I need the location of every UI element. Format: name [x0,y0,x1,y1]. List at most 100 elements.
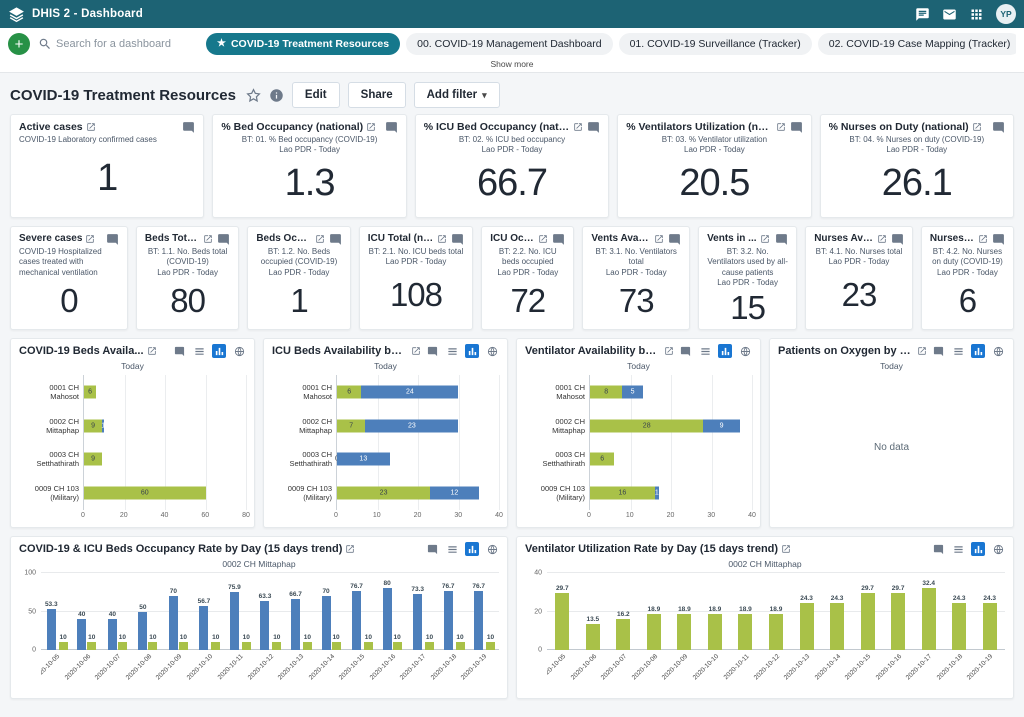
comment-icon[interactable] [775,233,788,246]
bar-segment-occupied[interactable]: 24 [361,385,458,398]
comment-icon[interactable] [425,542,439,556]
chart-view-icon[interactable] [971,344,985,358]
comment-icon[interactable] [451,233,464,246]
messages-icon[interactable] [942,7,957,22]
bar[interactable] [830,603,844,650]
bar[interactable] [647,614,661,650]
bar[interactable] [47,609,56,650]
dashboard-chip[interactable]: 00. COVID-19 Management Dashboard [406,33,612,55]
comment-icon[interactable] [891,233,904,246]
bar[interactable] [118,642,127,650]
comment-icon[interactable] [385,121,398,134]
bar-segment-available[interactable]: 6 [84,385,96,398]
chart-view-icon[interactable] [971,542,985,556]
interpretations-icon[interactable] [915,7,930,22]
bar[interactable] [586,624,600,650]
table-view-icon[interactable] [951,542,965,556]
bar[interactable] [708,614,722,650]
chart-view-icon[interactable] [212,344,226,358]
open-in-new-icon[interactable] [366,122,376,132]
comment-icon[interactable] [992,121,1005,134]
map-view-icon[interactable] [738,344,752,358]
table-view-icon[interactable] [951,344,965,358]
bar-segment-available[interactable]: 9 [84,419,102,432]
bar-segment-available[interactable]: 60 [84,487,206,500]
bar[interactable] [444,591,453,650]
apps-icon[interactable] [969,7,984,22]
comment-icon[interactable] [106,233,119,246]
open-in-new-icon[interactable] [315,234,325,244]
dashboard-search-input[interactable] [56,38,194,50]
comment-icon[interactable] [668,233,681,246]
bar[interactable] [555,593,569,650]
dashboard-chip[interactable]: 02. COVID-19 Case Mapping (Tracker) [818,33,1016,55]
bar-segment-available[interactable]: 6 [590,453,614,466]
bar[interactable] [486,642,495,650]
map-view-icon[interactable] [485,542,499,556]
bar[interactable] [291,599,300,650]
open-in-new-icon[interactable] [86,122,96,132]
bar[interactable] [260,601,269,650]
open-in-new-icon[interactable] [411,346,421,356]
dhis2-logo-icon[interactable] [8,6,25,23]
show-more-button[interactable]: Show more [8,55,1016,72]
bar[interactable] [211,642,220,650]
open-in-new-icon[interactable] [573,122,583,132]
open-in-new-icon[interactable] [664,346,674,356]
bar-segment-occupied[interactable]: 23 [365,419,458,432]
star-icon[interactable] [246,88,261,103]
open-in-new-icon[interactable] [654,234,664,244]
bar[interactable] [108,619,117,650]
info-icon[interactable] [269,88,284,103]
bar[interactable] [77,619,86,650]
open-in-new-icon[interactable] [972,122,982,132]
bar-segment-available[interactable]: 28 [590,419,703,432]
bar[interactable] [179,642,188,650]
bar[interactable] [59,642,68,650]
bar[interactable] [983,603,997,650]
edit-button[interactable]: Edit [292,82,340,108]
user-avatar[interactable]: YP [996,4,1016,24]
bar[interactable] [891,593,905,650]
bar[interactable] [242,642,251,650]
comment-icon[interactable] [425,344,439,358]
open-in-new-icon[interactable] [760,234,770,244]
bar[interactable] [199,606,208,650]
bar[interactable] [616,619,630,650]
bar-segment-occupied[interactable]: 1 [102,419,104,432]
table-view-icon[interactable] [698,344,712,358]
map-view-icon[interactable] [991,344,1005,358]
chart-view-icon[interactable] [465,542,479,556]
comment-icon[interactable] [992,233,1005,246]
chart-view-icon[interactable] [718,344,732,358]
comment-icon[interactable] [182,121,195,134]
map-view-icon[interactable] [232,344,246,358]
bar[interactable] [352,591,361,650]
open-in-new-icon[interactable] [538,234,548,244]
bar[interactable] [364,642,373,650]
bar[interactable] [952,603,966,650]
dashboard-chip-selected[interactable]: ★COVID-19 Treatment Resources [206,33,400,55]
bar-segment-in-use[interactable]: 1 [655,487,659,500]
bar-segment-available[interactable]: 23 [337,487,430,500]
bar[interactable] [322,596,331,650]
table-view-icon[interactable] [192,344,206,358]
bar[interactable] [800,603,814,650]
open-in-new-icon[interactable] [345,544,355,554]
map-view-icon[interactable] [485,344,499,358]
bar[interactable] [738,614,752,650]
bar[interactable] [169,596,178,650]
open-in-new-icon[interactable] [781,544,791,554]
open-in-new-icon[interactable] [917,346,927,356]
bar-segment-available[interactable]: 9 [84,453,102,466]
open-in-new-icon[interactable] [437,234,447,244]
bar[interactable] [148,642,157,650]
bar-segment-in-use[interactable]: 5 [622,385,642,398]
bar[interactable] [677,614,691,650]
add-filter-button[interactable]: Add filter ▾ [414,82,500,108]
comment-icon[interactable] [172,344,186,358]
bar[interactable] [861,593,875,650]
bar-segment-occupied[interactable]: 13 [337,453,390,466]
open-in-new-icon[interactable] [147,346,157,356]
comment-icon[interactable] [931,344,945,358]
